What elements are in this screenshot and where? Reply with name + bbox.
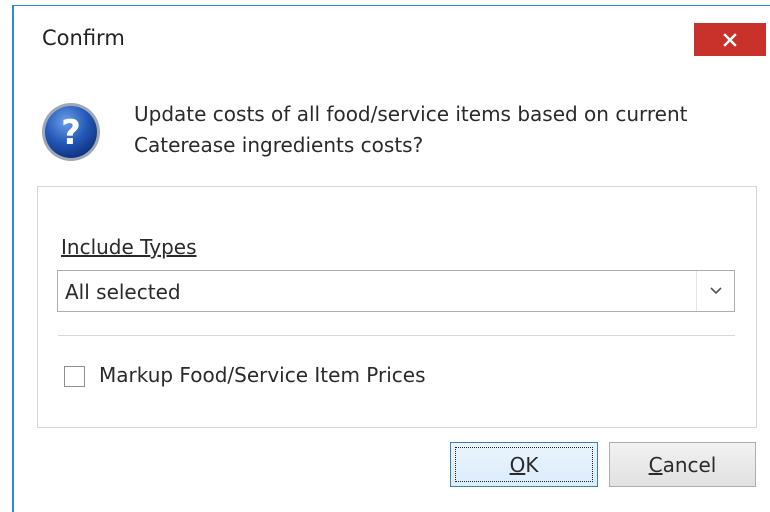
dropdown-arrow-button[interactable] — [696, 271, 734, 311]
markup-prices-checkbox[interactable] — [64, 366, 85, 387]
close-button[interactable] — [694, 23, 766, 56]
close-icon — [723, 32, 737, 47]
include-types-select[interactable]: All selected — [57, 270, 735, 312]
question-icon: ? — [40, 101, 102, 163]
options-group: Include Types All selected Markup Food/S… — [37, 186, 757, 428]
ok-button-label: OK — [509, 452, 539, 477]
confirm-message: Update costs of all food/service items b… — [134, 102, 688, 157]
window-title: Confirm — [42, 26, 125, 50]
include-types-label: Include Types — [61, 235, 197, 259]
chevron-down-icon — [709, 287, 722, 295]
ok-button[interactable]: OK — [450, 442, 598, 487]
confirm-dialog: Confirm ? Update costs of all food/servi… — [12, 5, 770, 512]
include-types-value: All selected — [65, 280, 181, 304]
svg-text:?: ? — [61, 113, 81, 153]
cancel-button[interactable]: Cancel — [609, 442, 756, 487]
cancel-button-label: Cancel — [648, 452, 717, 477]
separator — [58, 335, 735, 336]
markup-prices-label[interactable]: Markup Food/Service Item Prices — [99, 363, 426, 387]
title-bar: Confirm — [14, 6, 770, 74]
